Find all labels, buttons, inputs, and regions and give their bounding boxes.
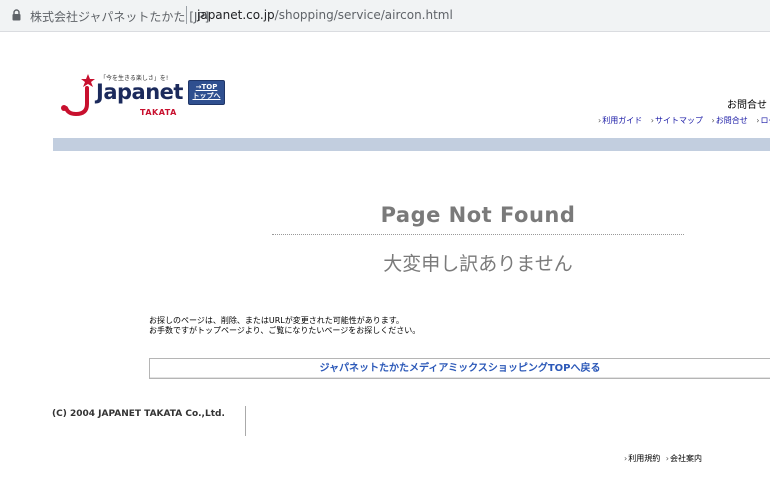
logo-subtitle: TAKATA [140,108,177,117]
nav-usage-guide[interactable]: 利用ガイド [598,116,642,125]
page-subtitle: 大変申し訳ありません [383,253,573,275]
url-text[interactable]: japanet.co.jp/shopping/service/aircon.ht… [197,8,453,22]
url-domain: japanet.co.jp [197,8,275,22]
browser-address-bar[interactable]: 株式会社ジャパネットたかた [JP] japanet.co.jp/shoppin… [0,0,770,32]
lock-icon [12,9,21,21]
site-identity: 株式会社ジャパネットたかた [JP] [30,10,210,24]
error-message: お探しのページは、削除、またはURLが変更された可能性があります。 お手数ですが… [149,316,420,336]
header-nav: 利用ガイド サイトマップ お問合せ ログ [598,115,770,126]
copyright: (C) 2004 JAPANET TAKATA Co.,Ltd. [52,409,225,419]
nav-contact[interactable]: お問合せ [712,116,748,125]
back-to-top-button[interactable]: ジャパネットたかたメディアミックスショッピングTOPへ戻る [149,358,770,379]
nav-login[interactable]: ログ [756,116,770,125]
title-divider [272,234,684,235]
error-message-line1: お探しのページは、削除、またはURLが変更された可能性があります。 [149,316,404,325]
footer-nav: 利用規約 会社案内 [624,453,705,464]
contact-heading: お問合せ [727,100,767,111]
top-badge-line2: トップへ [192,92,221,100]
logo-wordmark: Japanet [96,80,183,104]
footer-divider [245,406,246,436]
address-separator [186,6,187,24]
page-title: Page Not Found [380,203,576,227]
top-page-button[interactable]: →TOP トップへ [188,80,225,105]
nav-sitemap[interactable]: サイトマップ [651,116,703,125]
header-band [53,138,770,151]
footer-company-link[interactable]: 会社案内 [666,454,702,463]
top-badge-line1: →TOP [195,83,218,91]
error-message-line2: お手数ですがトップページより、ご覧になりたいページをお探しください。 [149,326,421,335]
url-path: /shopping/service/aircon.html [274,8,453,22]
footer-terms-link[interactable]: 利用規約 [624,454,660,463]
